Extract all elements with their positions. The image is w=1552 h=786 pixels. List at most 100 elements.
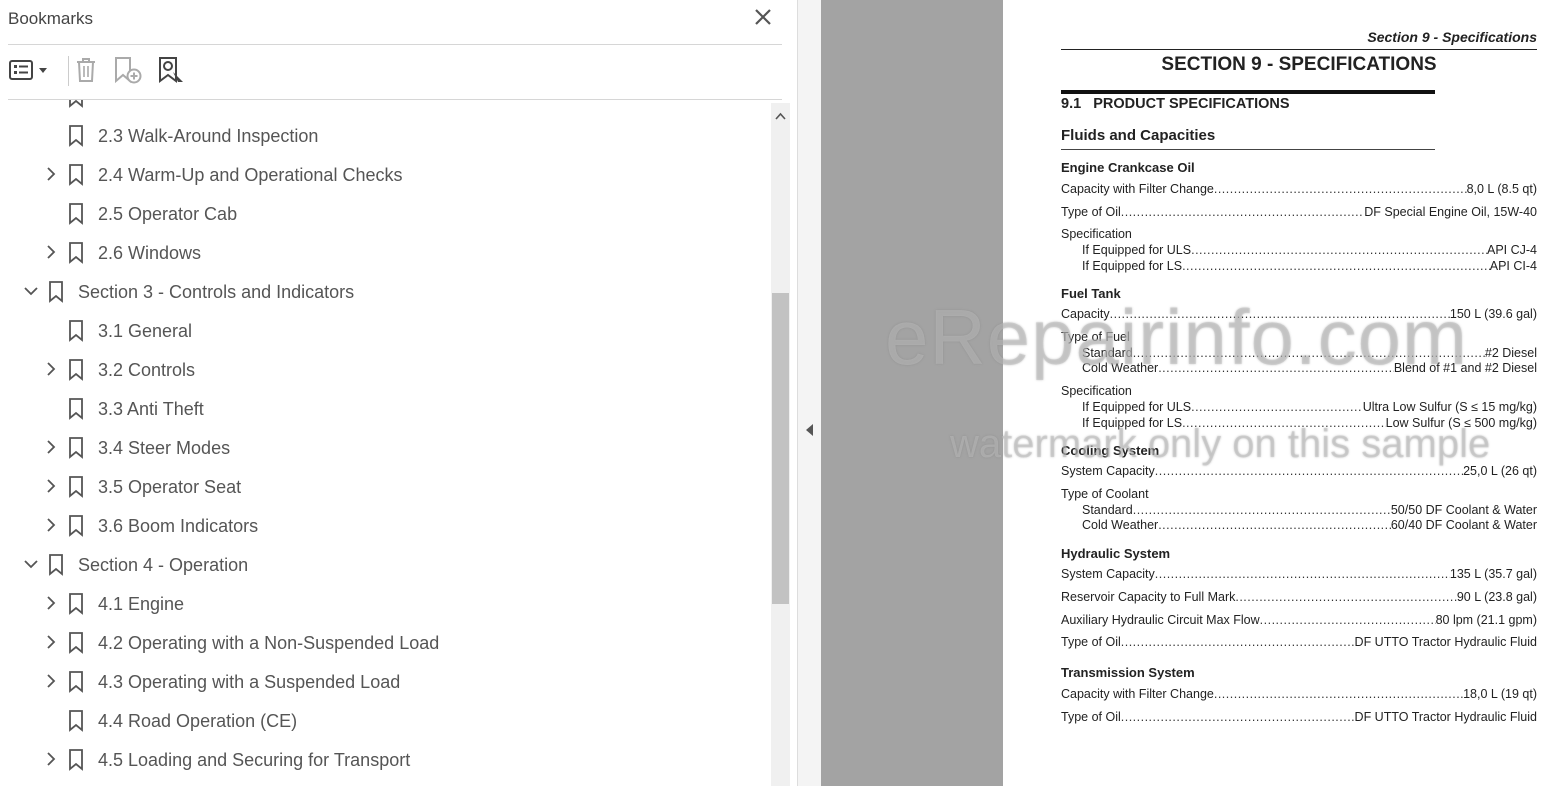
chevron-right-icon[interactable] bbox=[43, 673, 59, 689]
watermark-text: watermark only on this sample bbox=[950, 422, 1491, 466]
spec-value: 18,0 L (19 qt) bbox=[1463, 687, 1537, 701]
bookmark-label: Section 4 - Operation bbox=[78, 555, 249, 575]
subheading: 9.1 PRODUCT SPECIFICATIONS bbox=[1061, 96, 1290, 112]
chevron-right-icon[interactable] bbox=[43, 517, 59, 533]
close-icon bbox=[755, 9, 771, 25]
options-menu-button[interactable] bbox=[8, 52, 52, 88]
close-panel-button[interactable] bbox=[752, 6, 774, 28]
bookmark-icon bbox=[69, 437, 83, 459]
divider bbox=[8, 44, 782, 45]
bookmark-row[interactable]: 3.3 Anti Theft bbox=[0, 390, 770, 429]
chevron-down-icon[interactable] bbox=[23, 283, 39, 299]
spec-line: If Equipped for ULS API CJ-4 bbox=[1082, 243, 1537, 257]
bookmark-row[interactable]: 4.1 Engine bbox=[0, 585, 770, 624]
chevron-right-icon[interactable] bbox=[43, 361, 59, 377]
section-heading: Hydraulic System bbox=[1061, 546, 1171, 561]
bookmark-icon bbox=[69, 476, 83, 498]
new-bookmark-button[interactable] bbox=[112, 52, 146, 88]
spec-line: If Equipped for LS API CI-4 bbox=[1082, 259, 1537, 273]
spec-label: Auxiliary Hydraulic Circuit Max Flow bbox=[1061, 613, 1260, 627]
bookmark-icon bbox=[49, 554, 63, 576]
chevron-right-icon[interactable] bbox=[43, 634, 59, 650]
bookmark-row[interactable]: 3.6 Boom Indicators bbox=[0, 507, 770, 546]
bookmark-label: 4.5 Loading and Securing for Transport bbox=[98, 750, 411, 770]
bookmark-icon bbox=[69, 749, 83, 771]
section-heading: Engine Crankcase Oil bbox=[1061, 160, 1195, 175]
bookmark-label: 4.3 Operating with a Suspended Load bbox=[98, 672, 401, 692]
chevron-down-icon[interactable] bbox=[23, 556, 39, 572]
rule bbox=[1061, 49, 1537, 50]
bookmark-label: 3.6 Boom Indicators bbox=[98, 516, 259, 536]
bookmark-row[interactable]: 4.5 Loading and Securing for Transport bbox=[0, 741, 770, 780]
bookmark-row[interactable]: Section 4 - Operation bbox=[0, 546, 770, 585]
spec-value: DF UTTO Tractor Hydraulic Fluid bbox=[1354, 635, 1537, 649]
trash-icon bbox=[77, 58, 95, 82]
spec-value: DF UTTO Tractor Hydraulic Fluid bbox=[1354, 710, 1537, 724]
chevron-right-icon[interactable] bbox=[43, 439, 59, 455]
spec-label: Reservoir Capacity to Full Mark bbox=[1061, 590, 1236, 604]
spec-line: Capacity with Filter Change 18,0 L (19 qt… bbox=[1061, 687, 1537, 701]
bookmark-icon bbox=[69, 203, 83, 225]
spec-label: System Capacity bbox=[1061, 567, 1155, 581]
spec-value: DF Special Engine Oil, 15W-40 bbox=[1364, 205, 1537, 219]
chevron-right-icon[interactable] bbox=[43, 751, 59, 767]
bookmark-row[interactable]: 3.5 Operator Seat bbox=[0, 468, 770, 507]
bookmark-row[interactable]: 2.3 Walk-Around Inspection bbox=[0, 117, 770, 156]
running-head: Section 9 - Specifications bbox=[1367, 29, 1537, 45]
chevron-right-icon[interactable] bbox=[43, 478, 59, 494]
bookmark-label: 3.5 Operator Seat bbox=[98, 477, 242, 497]
spec-line: Auxiliary Hydraulic Circuit Max Flow 80 l… bbox=[1061, 613, 1537, 627]
bookmark-label: 2.3 Walk-Around Inspection bbox=[98, 126, 319, 146]
bookmark-row[interactable]: 2.4 Warm-Up and Operational Checks bbox=[0, 156, 770, 195]
toolbar-separator bbox=[68, 56, 69, 86]
bookmark-row[interactable]: 3.2 Controls bbox=[0, 351, 770, 390]
add-bookmark-icon bbox=[115, 57, 142, 84]
chevron-right-icon[interactable] bbox=[43, 244, 59, 260]
bookmark-icon bbox=[69, 320, 83, 342]
panel-splitter[interactable] bbox=[797, 0, 822, 786]
rule bbox=[1061, 149, 1435, 150]
bookmark-row[interactable]: 3.4 Steer Modes bbox=[0, 429, 770, 468]
chevron-right-icon[interactable] bbox=[43, 166, 59, 182]
bookmark-row[interactable]: 2.6 Windows bbox=[0, 234, 770, 273]
bookmark-icon bbox=[69, 398, 83, 420]
spec-label: If Equipped for LS bbox=[1082, 259, 1183, 273]
bookmark-label: Section 3 - Controls and Indicators bbox=[78, 282, 355, 302]
bookmark-row[interactable]: 4.2 Operating with a Non-Suspended Load bbox=[0, 624, 770, 663]
collapse-panel-button[interactable] bbox=[803, 420, 817, 440]
spec-value: 80 lpm (21.1 gpm) bbox=[1435, 613, 1537, 627]
spec-value: #2 Diesel bbox=[1484, 346, 1537, 360]
bookmark-row[interactable]: Section 3 - Controls and Indicators bbox=[0, 273, 770, 312]
bookmark-icon bbox=[69, 242, 83, 264]
bookmark-label: 3.2 Controls bbox=[98, 360, 196, 380]
delete-bookmark-button[interactable] bbox=[74, 52, 98, 88]
spec-line: Reservoir Capacity to Full Mark 90 L (23.… bbox=[1061, 590, 1537, 604]
spec-value: 60/40 DF Coolant & Water bbox=[1390, 518, 1537, 532]
bookmark-row[interactable]: 3.1 General bbox=[0, 312, 770, 351]
spec-label: If Equipped for ULS bbox=[1082, 243, 1192, 257]
spec-value: Ultra Low Sulfur (S ≤ 15 mg/kg) bbox=[1362, 400, 1537, 414]
bookmark-row[interactable]: 4.4 Road Operation (CE) bbox=[0, 702, 770, 741]
spec-line: Cold Weather 60/40 DF Coolant & Water bbox=[1082, 518, 1537, 532]
spec-label: Type of Oil bbox=[1061, 635, 1121, 649]
scroll-up-button[interactable] bbox=[771, 106, 790, 126]
bookmark-icon bbox=[69, 710, 83, 732]
bookmark-icon bbox=[69, 125, 83, 147]
spec-label: Capacity with Filter Change bbox=[1061, 687, 1214, 701]
bookmark-icon bbox=[69, 671, 83, 693]
bookmark-label: 3.1 General bbox=[98, 321, 193, 341]
spec-value: 8,0 L (8.5 qt) bbox=[1466, 182, 1537, 196]
bookmark-icon bbox=[69, 100, 83, 108]
chevron-right-icon[interactable] bbox=[43, 595, 59, 611]
bookmark-label: 2.6 Windows bbox=[98, 243, 202, 263]
spec-line: Type of Oil DF Special Engine Oil, 15W-40 bbox=[1061, 205, 1537, 219]
find-bookmark-button[interactable] bbox=[156, 52, 186, 88]
bookmark-row[interactable]: 2.5 Operator Cab bbox=[0, 195, 770, 234]
scrollbar-thumb[interactable] bbox=[772, 293, 789, 604]
rule bbox=[1061, 90, 1435, 94]
bookmark-row[interactable]: 4.3 Operating with a Suspended Load bbox=[0, 663, 770, 702]
spec-line: System Capacity 135 L (35.7 gal) bbox=[1061, 567, 1537, 581]
watermark-text: eRepairinfo.com bbox=[885, 293, 1468, 381]
spec-line: Type of Oil DF UTTO Tractor Hydraulic Flu… bbox=[1061, 635, 1537, 649]
spec-line: Capacity with Filter Change 8,0 L (8.5 qt… bbox=[1061, 182, 1537, 196]
